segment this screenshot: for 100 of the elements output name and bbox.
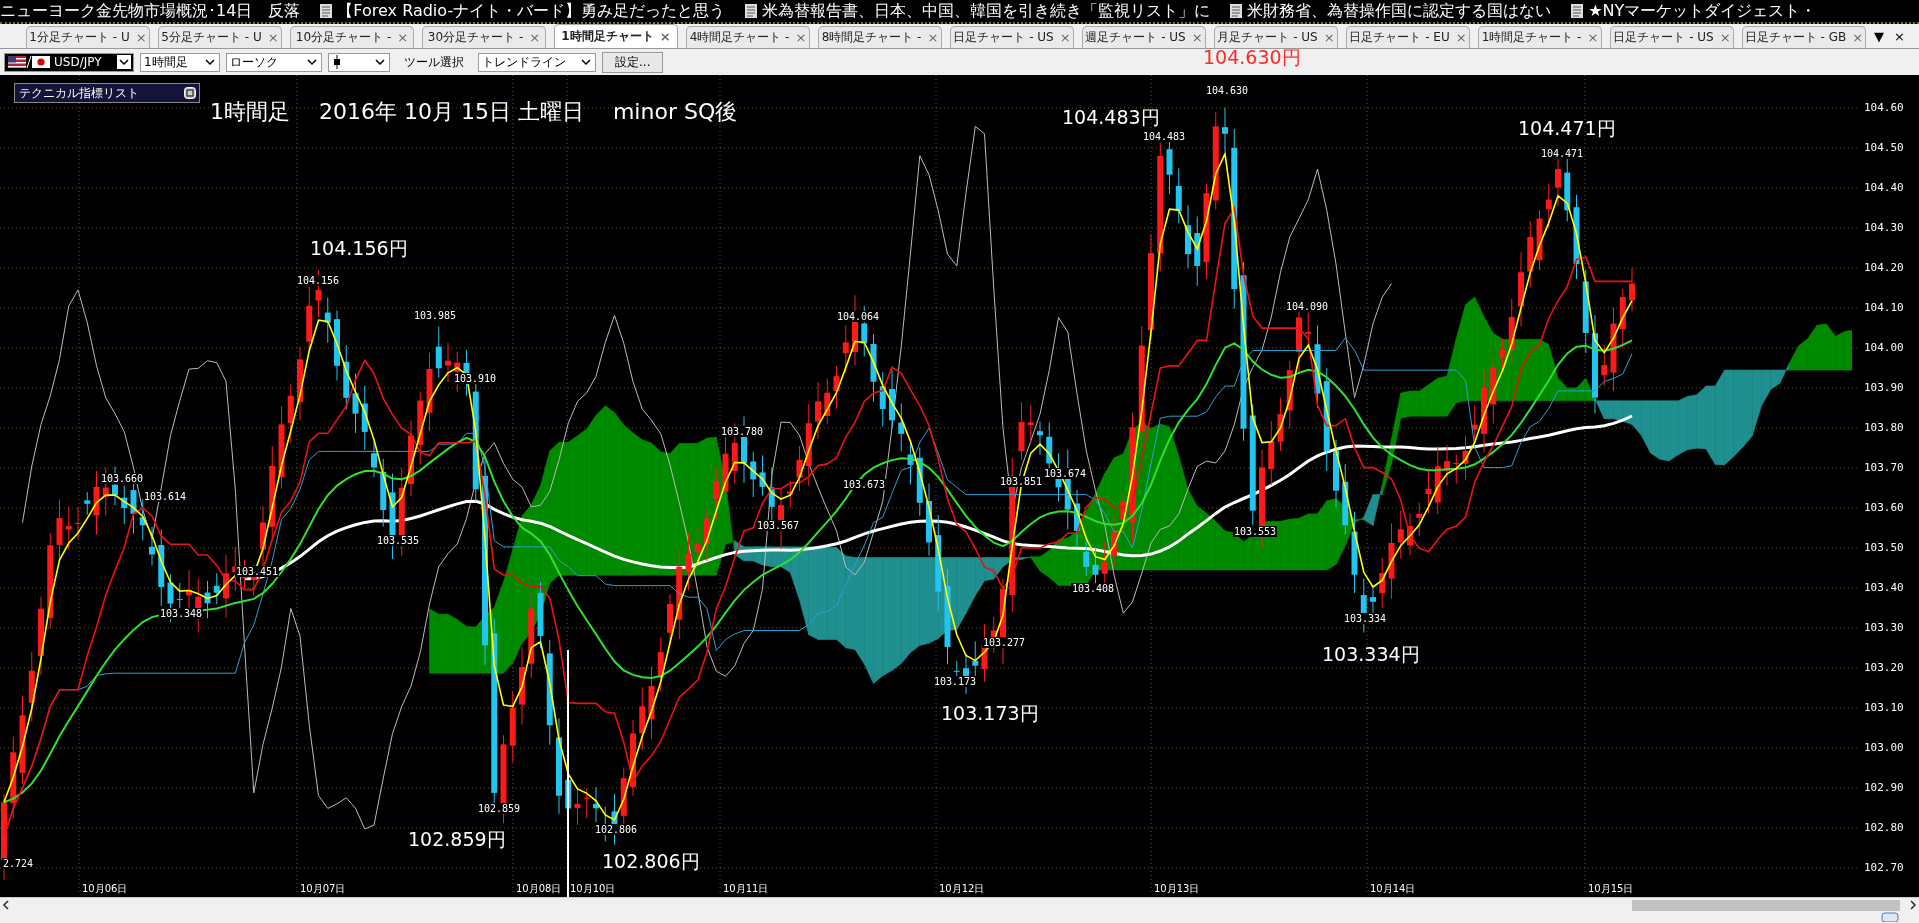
collapse-icon [184, 87, 196, 99]
tab-close-button[interactable]: × [267, 30, 279, 45]
tab-close-button[interactable]: × [1059, 30, 1071, 45]
price-annotation: 102.806円 [602, 849, 700, 874]
price-label: 103.535 [375, 535, 421, 546]
axis-label: 103.80 [1864, 421, 1904, 434]
price-label: 104.090 [1284, 301, 1330, 312]
axis-label: 103.20 [1864, 661, 1904, 674]
price-label: 2.724 [1, 858, 35, 869]
news-headline[interactable]: 【Forex Radio-ナイト・バード】勇み足だったと思う [337, 1, 726, 21]
news-headline[interactable]: 米為替報告書、日本、中国、韓国を引き続き「監視リスト」に [762, 1, 1211, 21]
price-annotation: 102.859円 [408, 827, 506, 852]
tab-close-button[interactable]: × [659, 29, 671, 44]
chart-title: 1時間足 2016年 10月 15日 土曜日 minor SQ後 [210, 98, 738, 126]
tool-label: ツール選択 [404, 53, 464, 71]
tool-dropdown[interactable]: トレンドライン [478, 52, 596, 72]
chart-tab[interactable]: 4時間足チャート - × [686, 26, 810, 48]
chart-tab[interactable]: 月足チャート - US × [1214, 26, 1338, 48]
axis-label: 104.50 [1864, 141, 1904, 154]
chart-tab[interactable]: 10分足チャート - × [290, 26, 414, 48]
timeframe-dropdown[interactable]: 1時間足 [140, 52, 220, 72]
chart-tab[interactable]: 8時間足チャート - × [818, 26, 942, 48]
chart-tab[interactable]: 日足チャート - US × [1610, 26, 1734, 48]
price-label: 102.806 [593, 824, 639, 835]
axis-label: 103.10 [1864, 701, 1904, 714]
axis-label: 10月15日 [1588, 882, 1634, 896]
chart-tab[interactable]: 5分足チャート - U × [158, 26, 282, 48]
scrollbar-thumb[interactable] [1632, 900, 1900, 911]
axis-label: 104.20 [1864, 261, 1904, 274]
price-annotation: 103.334円 [1322, 642, 1420, 667]
candle-style-dropdown[interactable] [328, 52, 390, 72]
tab-close-button[interactable]: × [1587, 30, 1599, 45]
high-price-label: 104.630円 [1203, 45, 1301, 70]
axis-label: 10月07日 [300, 882, 346, 896]
tab-close-button[interactable]: × [1719, 30, 1731, 45]
chart-tab[interactable]: 週足チャート - US × [1082, 26, 1206, 48]
settings-button[interactable]: 設定... [602, 51, 664, 73]
price-label: 103.985 [412, 310, 458, 321]
axis-label: 103.30 [1864, 621, 1904, 634]
price-label: 103.660 [99, 473, 145, 484]
axis-label: 10月08日 [516, 882, 562, 896]
price-label: 103.334 [1342, 613, 1388, 624]
tab-close-button[interactable]: × [1191, 30, 1203, 45]
axis-label: 103.60 [1864, 501, 1904, 514]
price-label: 103.451 [234, 566, 280, 577]
chart-type-dropdown[interactable]: ローソク [226, 52, 322, 72]
scroll-right-icon [1907, 899, 1919, 911]
chart-tab[interactable]: 30分足チャート - × [422, 26, 546, 48]
tab-close-button[interactable]: × [135, 30, 147, 45]
news-headline[interactable]: ★NYマーケットダイジェスト・ [1588, 1, 1817, 21]
chart-tab[interactable]: 1時間足チャート × [554, 24, 678, 48]
chart-tab[interactable]: 日足チャート - GB × [1742, 26, 1866, 48]
tab-close-button[interactable]: × [795, 30, 807, 45]
price-label: 104.471 [1539, 148, 1585, 159]
price-label: 104.156 [295, 275, 341, 286]
tab-close-button[interactable]: × [397, 30, 409, 45]
axis-label: 103.70 [1864, 461, 1904, 474]
tab-list-button[interactable]: ▼ [1874, 28, 1885, 44]
chart-tab[interactable]: 日足チャート - EU × [1346, 26, 1470, 48]
chart-tab[interactable]: 1時間足チャート - × [1478, 26, 1602, 48]
indicator-list-label: テクニカル指標リスト [19, 85, 139, 101]
tab-close-button[interactable]: × [1323, 30, 1335, 45]
price-annotation: 103.173円 [941, 701, 1039, 726]
price-label: 103.614 [142, 491, 188, 502]
tab-close-button[interactable]: × [1852, 30, 1864, 45]
axis-label: 10月13日 [1154, 882, 1200, 896]
currency-pair-dropdown[interactable]: USD/JPY [4, 52, 134, 72]
tab-close-button[interactable]: × [529, 30, 541, 45]
tab-close-button[interactable]: × [1455, 30, 1467, 45]
price-label: 103.567 [755, 520, 801, 531]
axis-label: 104.30 [1864, 221, 1904, 234]
price-label: 103.277 [981, 637, 1027, 648]
news-headline[interactable]: 米財務省、為替操作国に認定する国はない [1247, 1, 1552, 21]
axis-label: 10月06日 [82, 882, 128, 896]
close-button[interactable]: × [1894, 28, 1905, 44]
axis-label: 104.00 [1864, 341, 1904, 354]
axis-label: 102.90 [1864, 781, 1904, 794]
price-label: 103.348 [158, 608, 204, 619]
axis-label: 104.40 [1864, 181, 1904, 194]
indicator-list-panel[interactable]: テクニカル指標リスト [14, 83, 200, 103]
axis-label: 104.10 [1864, 301, 1904, 314]
horizontal-scrollbar[interactable] [0, 897, 1919, 912]
axis-label: 103.40 [1864, 581, 1904, 594]
chart-tab[interactable]: 1分足チャート - U × [26, 26, 150, 48]
candlestick-icon [332, 55, 342, 69]
price-label: 103.553 [1232, 526, 1278, 537]
price-annotation: 104.471円 [1518, 116, 1616, 141]
price-label: 103.173 [932, 676, 978, 687]
axis-label: 102.80 [1864, 821, 1904, 834]
price-label: 103.674 [1042, 468, 1088, 479]
tab-close-button[interactable]: × [927, 30, 939, 45]
price-annotation: 104.156円 [310, 236, 408, 261]
chart-tab[interactable]: 日足チャート - US × [950, 26, 1074, 48]
price-label: 102.859 [476, 803, 522, 814]
news-headline[interactable]: ニューヨーク金先物市場概況･14日 反落 [0, 1, 301, 21]
flags-icon [8, 56, 50, 68]
scroll-left-icon [0, 899, 12, 911]
axis-label: 103.90 [1864, 381, 1904, 394]
price-label: 104.483 [1141, 131, 1187, 142]
axis-label: 103.50 [1864, 541, 1904, 554]
